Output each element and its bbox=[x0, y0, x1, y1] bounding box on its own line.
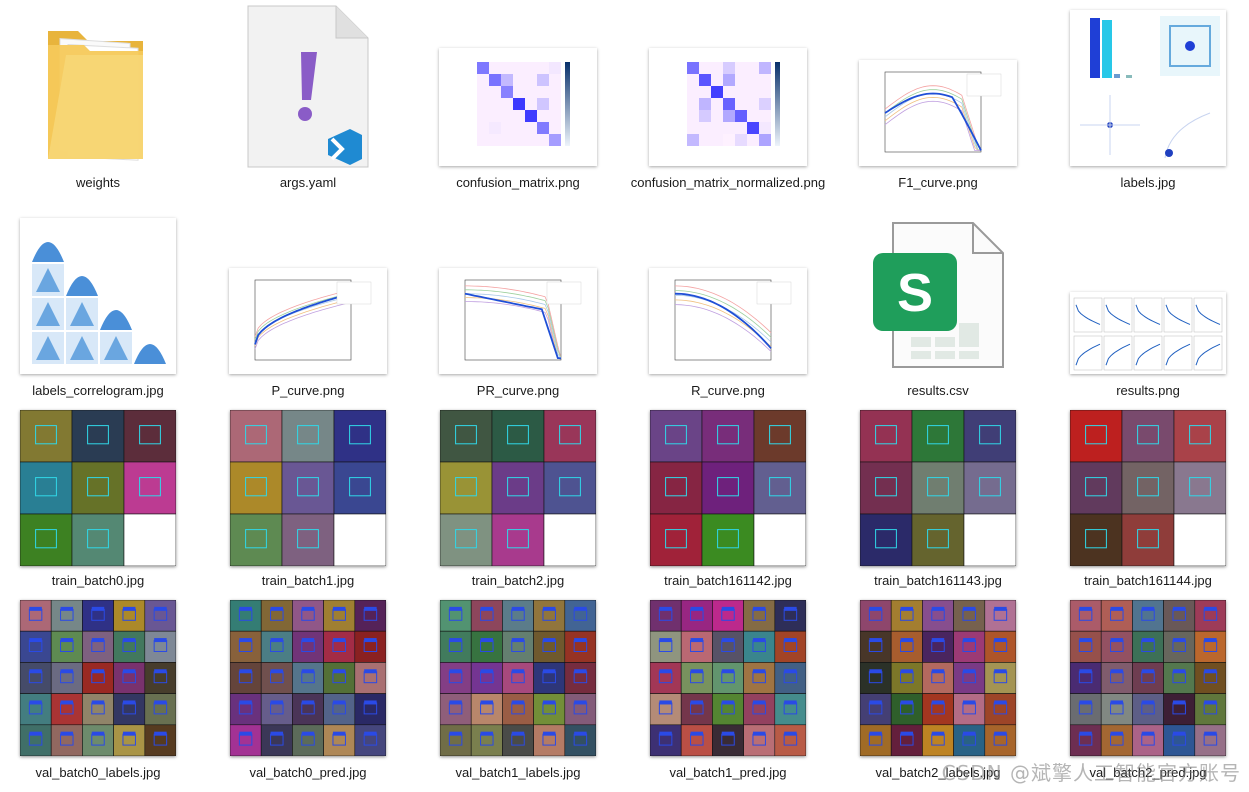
file-item-val-batch2-pred-jpg[interactable]: val_batch2_pred.jpg bbox=[1043, 0, 1249, 792]
file-name-label: val_batch0_pred.jpg bbox=[249, 765, 367, 780]
file-thumbnail bbox=[203, 598, 413, 756]
file-thumbnail bbox=[0, 598, 203, 756]
watermark-text: CSDN @斌擎人工智能官方账号 bbox=[941, 761, 1241, 785]
file-thumbnail bbox=[623, 598, 833, 756]
image-mosaic-thumbnail bbox=[230, 600, 386, 756]
file-thumbnail bbox=[1043, 598, 1249, 756]
file-item-val-batch0-labels-jpg[interactable]: val_batch0_labels.jpg bbox=[0, 0, 203, 792]
file-thumbnail bbox=[833, 598, 1043, 756]
file-item-val-batch1-labels-jpg[interactable]: val_batch1_labels.jpg bbox=[413, 0, 623, 792]
image-mosaic-thumbnail bbox=[440, 600, 596, 756]
file-name-label: val_batch0_labels.jpg bbox=[35, 765, 161, 780]
image-mosaic-thumbnail bbox=[20, 600, 176, 756]
file-item-val-batch1-pred-jpg[interactable]: val_batch1_pred.jpg bbox=[623, 0, 833, 792]
image-mosaic-thumbnail bbox=[1070, 600, 1226, 756]
file-name-label: val_batch1_pred.jpg bbox=[669, 765, 787, 780]
file-item-val-batch2-labels-jpg[interactable]: val_batch2_labels.jpg bbox=[833, 0, 1043, 792]
image-mosaic-thumbnail bbox=[860, 600, 1016, 756]
file-thumbnail bbox=[413, 598, 623, 756]
file-grid: weights args.yaml confusion_matrix.png c… bbox=[0, 0, 1249, 792]
file-name-label: val_batch1_labels.jpg bbox=[455, 765, 581, 780]
image-mosaic-thumbnail bbox=[650, 600, 806, 756]
file-item-val-batch0-pred-jpg[interactable]: val_batch0_pred.jpg bbox=[203, 0, 413, 792]
